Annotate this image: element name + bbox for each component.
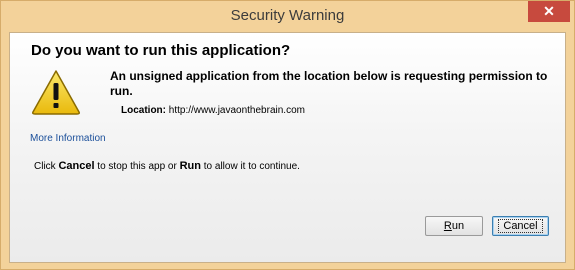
location-label: Location:	[121, 105, 166, 116]
dialog-body: Do you want to run this application? An …	[9, 32, 566, 263]
more-information-link[interactable]: More Information	[30, 133, 106, 144]
close-icon: ✕	[543, 3, 555, 19]
instruction-part1: Click	[34, 161, 59, 172]
instruction-part3: to allow it to continue.	[200, 161, 300, 172]
instruction-run-word: Run	[179, 160, 201, 172]
instruction-text: Click Cancel to stop this app or Run to …	[34, 160, 300, 172]
instruction-cancel-word: Cancel	[58, 160, 95, 172]
run-button[interactable]: Run	[425, 216, 483, 236]
instruction-part2: to stop this app or	[94, 161, 180, 172]
dialog-heading: Do you want to run this application?	[31, 42, 291, 59]
cancel-button[interactable]: Cancel	[492, 216, 549, 236]
location-value: http://www.javaonthebrain.com	[168, 105, 305, 116]
cancel-button-label: Cancel	[498, 219, 543, 233]
location-line: Location: http://www.javaonthebrain.com	[121, 105, 305, 116]
window-title: Security Warning	[230, 7, 345, 24]
warning-triangle-icon	[32, 70, 80, 115]
warning-message: An unsigned application from the locatio…	[110, 69, 548, 98]
run-mnemonic: R	[443, 220, 452, 232]
title-bar[interactable]: Security Warning ✕	[1, 1, 574, 33]
run-label-rest: un	[451, 220, 465, 232]
security-warning-window: Security Warning ✕ Do you want to run th…	[0, 0, 575, 270]
close-button[interactable]: ✕	[528, 1, 570, 22]
run-button-label: Run	[444, 220, 464, 232]
